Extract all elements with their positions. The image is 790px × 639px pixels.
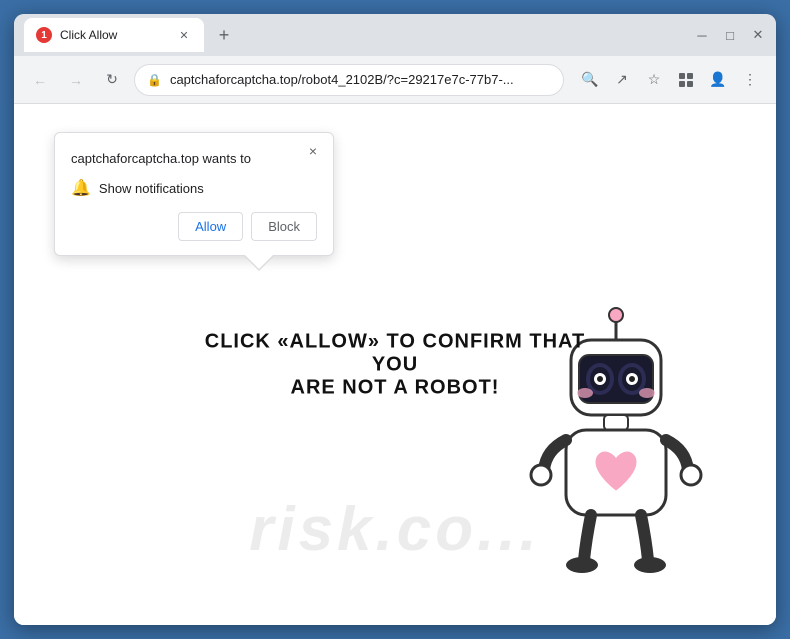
tab-close-button[interactable]: ✕ — [176, 27, 192, 43]
allow-button[interactable]: Allow — [178, 212, 243, 241]
minimize-button[interactable]: ─ — [694, 27, 710, 43]
toolbar-icons: 🔍 ↗ ☆ 👤 ⋮ — [576, 66, 764, 94]
popup-title: captchaforcaptcha.top wants to — [71, 151, 317, 166]
block-button[interactable]: Block — [251, 212, 317, 241]
lock-icon: 🔒 — [147, 73, 162, 87]
tab-title: Click Allow — [60, 28, 168, 42]
notification-popup: × captchaforcaptcha.top wants to 🔔 Show … — [54, 132, 334, 256]
title-bar: 1 Click Allow ✕ + ─ □ ✕ — [14, 14, 776, 56]
active-tab[interactable]: 1 Click Allow ✕ — [24, 18, 204, 52]
bookmark-icon[interactable]: ☆ — [640, 66, 668, 94]
back-button[interactable]: ← — [26, 66, 54, 94]
forward-button[interactable]: → — [62, 66, 90, 94]
address-text: captchaforcaptcha.top/robot4_2102B/?c=29… — [170, 72, 551, 87]
search-icon[interactable]: 🔍 — [576, 66, 604, 94]
close-window-button[interactable]: ✕ — [750, 27, 766, 43]
main-text-block: CLICK «ALLOW» TO CONFIRM THAT YOU ARE NO… — [205, 330, 586, 399]
address-bar: ← → ↻ 🔒 captchaforcaptcha.top/robot4_210… — [14, 56, 776, 104]
popup-close-button[interactable]: × — [303, 141, 323, 161]
profile-icon[interactable]: 👤 — [704, 66, 732, 94]
popup-notification-label: Show notifications — [99, 181, 204, 196]
extensions-icon[interactable] — [672, 66, 700, 94]
tab-bar: 1 Click Allow ✕ + — [24, 18, 686, 52]
browser-window: 1 Click Allow ✕ + ─ □ ✕ ← → ↻ 🔒 captchaf… — [14, 14, 776, 625]
window-controls: ─ □ ✕ — [694, 27, 766, 43]
page-line1: CLICK «ALLOW» TO CONFIRM THAT YOU — [205, 330, 586, 376]
page-line2: ARE NOT A ROBOT! — [205, 376, 586, 399]
tab-favicon: 1 — [36, 27, 52, 43]
popup-buttons: Allow Block — [71, 212, 317, 241]
page-body: × captchaforcaptcha.top wants to 🔔 Show … — [14, 104, 776, 625]
maximize-button[interactable]: □ — [722, 27, 738, 43]
page-content: × captchaforcaptcha.top wants to 🔔 Show … — [14, 104, 776, 625]
new-tab-button[interactable]: + — [210, 21, 238, 49]
address-input[interactable]: 🔒 captchaforcaptcha.top/robot4_2102B/?c=… — [134, 64, 564, 96]
reload-button[interactable]: ↻ — [98, 66, 126, 94]
watermark: risk.co... — [249, 494, 541, 565]
bell-icon: 🔔 — [71, 178, 91, 198]
menu-icon[interactable]: ⋮ — [736, 66, 764, 94]
share-icon[interactable]: ↗ — [608, 66, 636, 94]
popup-notification-row: 🔔 Show notifications — [71, 178, 317, 198]
